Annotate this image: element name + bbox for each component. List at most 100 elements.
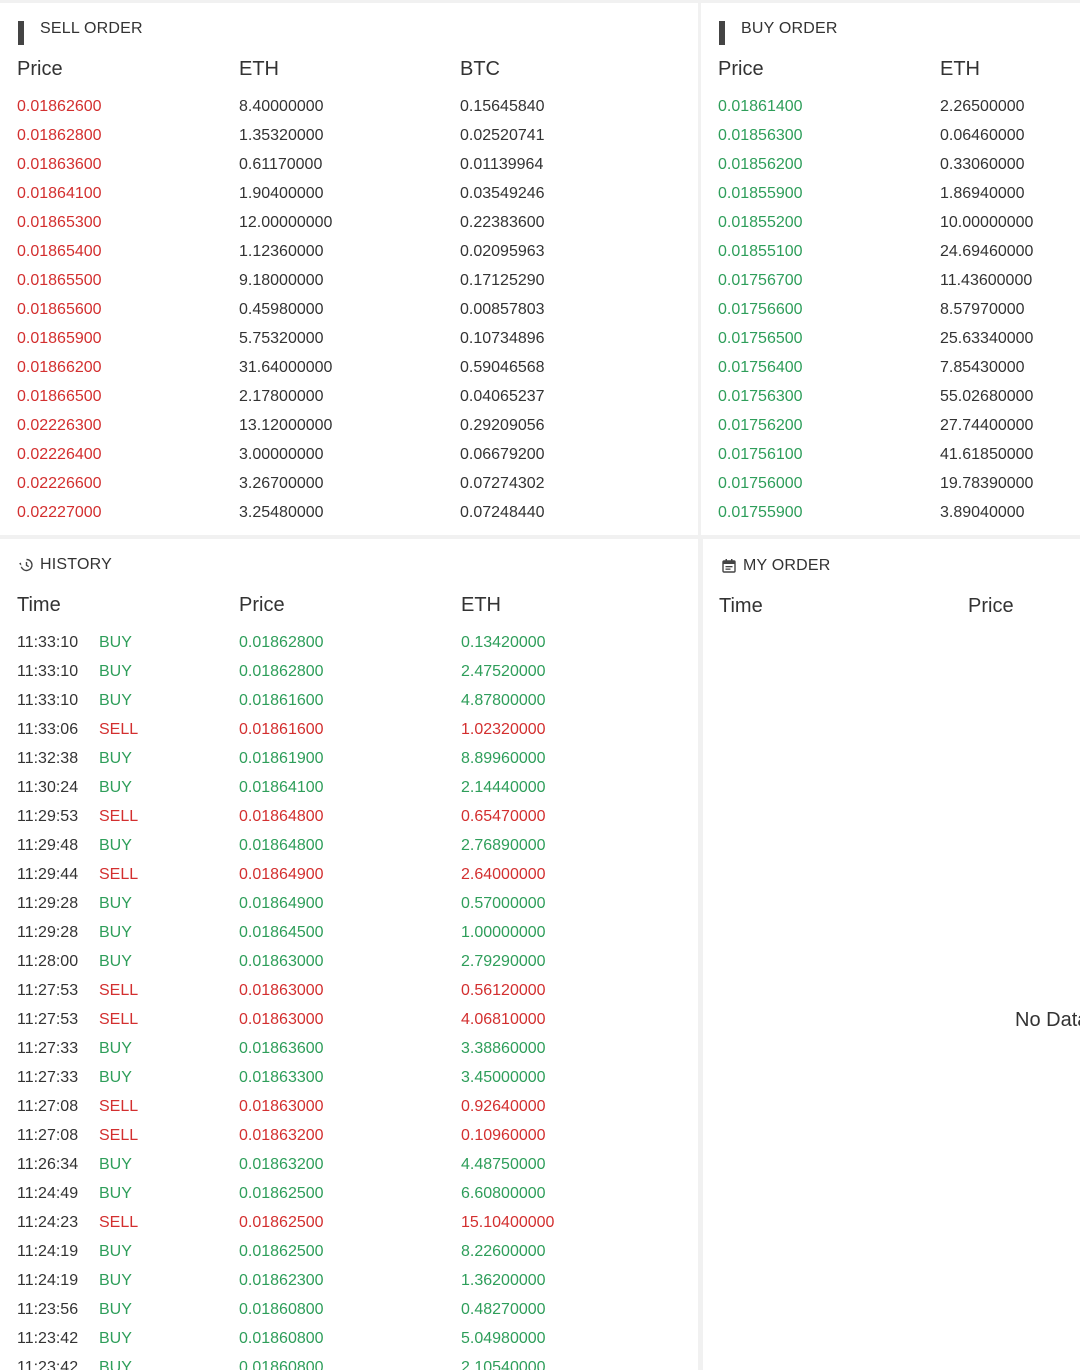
history-panel: HISTORY Time Price ETH 11:33:10 BUY 0.0186… <box>0 539 698 1370</box>
sell-eth-cell: 5.75320000 <box>239 330 324 347</box>
table-row: 11:23:42 BUY 0.01860800 2.10540000 <box>0 1356 698 1370</box>
table-row: 11:29:28 BUY 0.01864500 1.00000000 <box>0 921 698 950</box>
sell-price-cell: 0.02227000 <box>17 504 102 521</box>
history-header-time: Time <box>17 594 61 616</box>
my-order-panel: MY ORDER Time Price No Data <box>703 539 1080 1370</box>
table-row: 0.01863600 0.61170000 0.01139964 <box>0 153 698 182</box>
sell-eth-cell: 1.12360000 <box>239 243 324 260</box>
history-icon <box>19 558 33 572</box>
buy-price-cell: 0.01855200 <box>718 214 803 231</box>
buy-price-cell: 0.01856300 <box>718 127 803 144</box>
history-price-cell: 0.01863200 <box>239 1127 324 1144</box>
buy-eth-cell: 11.43600000 <box>940 272 1033 289</box>
history-price-cell: 0.01864500 <box>239 924 324 941</box>
sell-price-cell: 0.01864100 <box>17 185 102 202</box>
table-row: 11:27:53 SELL 0.01863000 0.56120000 <box>0 979 698 1008</box>
history-side-cell: BUY <box>99 692 132 709</box>
history-eth-cell: 1.36200000 <box>461 1272 546 1289</box>
table-row: 11:24:19 BUY 0.01862300 1.36200000 <box>0 1269 698 1298</box>
sell-eth-cell: 1.35320000 <box>239 127 324 144</box>
history-eth-cell: 3.45000000 <box>461 1069 546 1086</box>
buy-price-cell: 0.01756100 <box>718 446 803 463</box>
table-row: 11:29:48 BUY 0.01864800 2.76890000 <box>0 834 698 863</box>
table-row: 11:33:10 BUY 0.01862800 2.47520000 <box>0 660 698 689</box>
history-time-cell: 11:27:08 <box>17 1127 79 1144</box>
sell-price-cell: 0.01862600 <box>17 98 102 115</box>
history-time-cell: 11:29:53 <box>17 808 79 825</box>
buy-order-title-text: BUY ORDER <box>741 20 838 37</box>
sell-eth-cell: 8.40000000 <box>239 98 324 115</box>
table-row: 0.01756400 7.85430000 <box>701 356 1080 385</box>
sell-btc-cell: 0.04065237 <box>460 388 545 405</box>
sell-price-cell: 0.01866200 <box>17 359 102 376</box>
sell-price-cell: 0.01865400 <box>17 243 102 260</box>
history-side-cell: BUY <box>99 1040 132 1057</box>
table-row: 11:29:53 SELL 0.01864800 0.65470000 <box>0 805 698 834</box>
history-title: HISTORY <box>18 556 112 574</box>
history-time-cell: 11:23:42 <box>17 1330 79 1347</box>
history-time-cell: 11:23:56 <box>17 1301 79 1318</box>
my-order-header-time: Time <box>719 595 763 617</box>
history-price-cell: 0.01864900 <box>239 866 324 883</box>
history-eth-cell: 4.87800000 <box>461 692 546 709</box>
table-row: 0.02226600 3.26700000 0.07274302 <box>0 472 698 501</box>
buy-price-cell: 0.01756500 <box>718 330 803 347</box>
history-eth-cell: 2.14440000 <box>461 779 546 796</box>
sell-price-cell: 0.01865300 <box>17 214 102 231</box>
table-row: 0.01866500 2.17800000 0.04065237 <box>0 385 698 414</box>
history-time-cell: 11:23:42 <box>17 1359 79 1370</box>
history-time-cell: 11:24:19 <box>17 1272 79 1289</box>
history-side-cell: SELL <box>99 1127 139 1144</box>
table-row: 0.01865300 12.00000000 0.22383600 <box>0 211 698 240</box>
history-time-cell: 11:30:24 <box>17 779 79 796</box>
table-row: 0.01756300 55.02680000 <box>701 385 1080 414</box>
history-eth-cell: 5.04980000 <box>461 1330 546 1347</box>
history-eth-cell: 8.89960000 <box>461 750 546 767</box>
buy-header-eth: ETH <box>940 58 980 80</box>
sell-btc-cell: 0.00857803 <box>460 301 545 318</box>
history-header-price: Price <box>239 594 285 616</box>
history-eth-cell: 4.48750000 <box>461 1156 546 1173</box>
history-side-cell: BUY <box>99 837 132 854</box>
buy-price-cell: 0.01756600 <box>718 301 803 318</box>
my-order-title: MY ORDER <box>721 557 831 575</box>
history-title-text: HISTORY <box>40 556 112 573</box>
sell-btc-cell: 0.01139964 <box>460 156 544 173</box>
table-row: 0.01865500 9.18000000 0.17125290 <box>0 269 698 298</box>
table-row: 11:27:33 BUY 0.01863300 3.45000000 <box>0 1066 698 1095</box>
history-price-cell: 0.01864800 <box>239 837 324 854</box>
table-row: 0.01862600 8.40000000 0.15645840 <box>0 95 698 124</box>
table-row: 0.01865400 1.12360000 0.02095963 <box>0 240 698 269</box>
buy-price-cell: 0.01756300 <box>718 388 803 405</box>
buy-eth-cell: 1.86940000 <box>940 185 1025 202</box>
history-side-cell: SELL <box>99 808 139 825</box>
table-row: 0.01756000 19.78390000 <box>701 472 1080 501</box>
sell-eth-cell: 12.00000000 <box>239 214 333 231</box>
history-eth-cell: 0.10960000 <box>461 1127 546 1144</box>
history-eth-cell: 1.02320000 <box>461 721 546 738</box>
sell-btc-cell: 0.17125290 <box>460 272 545 289</box>
history-price-cell: 0.01862300 <box>239 1272 324 1289</box>
buy-price-cell: 0.01755900 <box>718 504 803 521</box>
my-order-header-price: Price <box>968 595 1014 617</box>
buy-eth-cell: 10.00000000 <box>940 214 1034 231</box>
history-price-cell: 0.01862500 <box>239 1185 324 1202</box>
history-time-cell: 11:33:10 <box>17 634 79 651</box>
history-price-cell: 0.01864900 <box>239 895 324 912</box>
sell-btc-cell: 0.15645840 <box>460 98 545 115</box>
history-price-cell: 0.01863200 <box>239 1156 324 1173</box>
history-side-cell: BUY <box>99 895 132 912</box>
buy-eth-cell: 0.06460000 <box>940 127 1025 144</box>
table-row: 11:27:08 SELL 0.01863200 0.10960000 <box>0 1124 698 1153</box>
table-row: 0.01755900 3.89040000 <box>701 501 1080 530</box>
buy-price-cell: 0.01756400 <box>718 359 803 376</box>
buy-eth-cell: 55.02680000 <box>940 388 1034 405</box>
history-side-cell: SELL <box>99 982 139 999</box>
history-eth-cell: 2.79290000 <box>461 953 546 970</box>
sell-btc-cell: 0.07274302 <box>460 475 545 492</box>
history-price-cell: 0.01861600 <box>239 721 324 738</box>
history-price-cell: 0.01862800 <box>239 663 324 680</box>
sell-btc-cell: 0.03549246 <box>460 185 545 202</box>
history-eth-cell: 2.47520000 <box>461 663 546 680</box>
history-time-cell: 11:27:08 <box>17 1098 79 1115</box>
